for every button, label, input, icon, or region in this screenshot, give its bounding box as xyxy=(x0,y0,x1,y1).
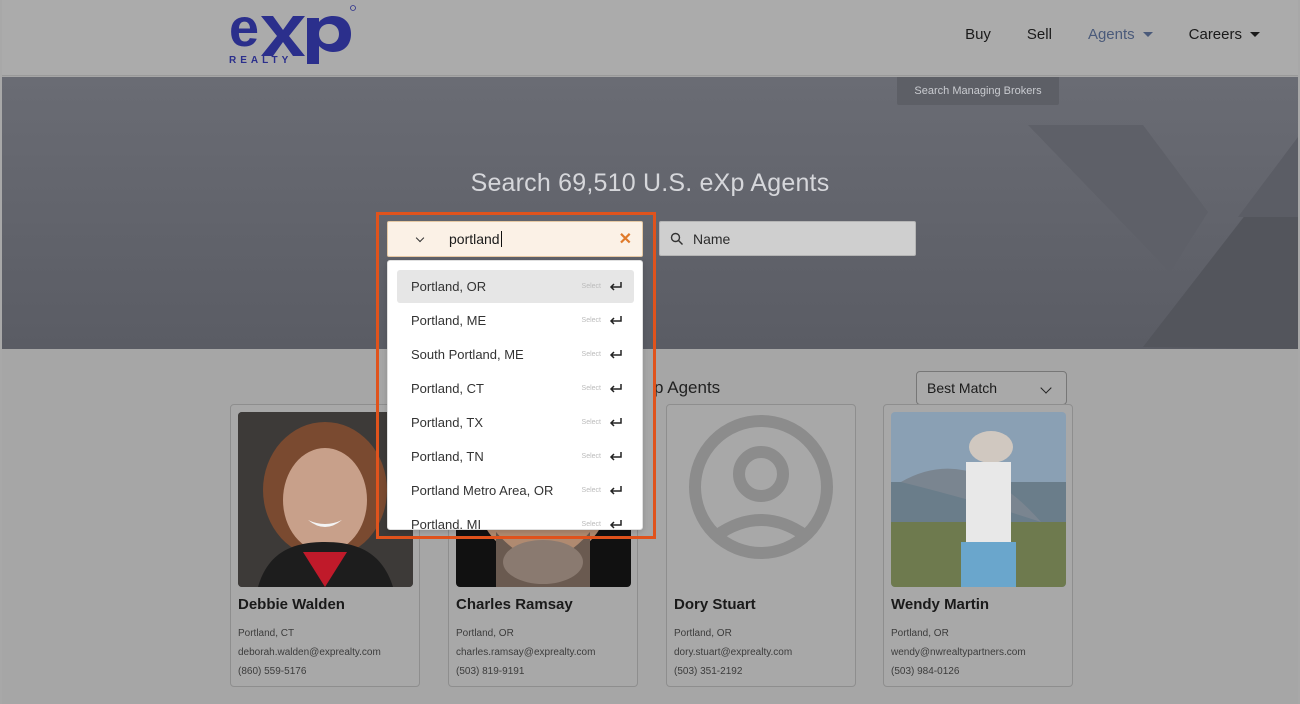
svg-text:REALTY: REALTY xyxy=(229,55,292,66)
enter-key-icon xyxy=(609,282,622,291)
results-title: p Agents xyxy=(654,378,721,397)
select-hint: Select xyxy=(581,521,601,528)
enter-key-icon xyxy=(609,384,622,393)
agent-card[interactable]: Wendy Martin Portland, OR wendy@nwrealty… xyxy=(883,404,1073,687)
agent-location: Portland, CT xyxy=(238,628,295,639)
agent-name[interactable]: Wendy Martin xyxy=(891,596,989,613)
agent-email[interactable]: dory.stuart@exprealty.com xyxy=(674,643,792,662)
agent-name[interactable]: Debbie Walden xyxy=(238,596,345,613)
nav-sell[interactable]: Sell xyxy=(1027,26,1052,43)
agent-details: Portland, OR wendy@nwrealtypartners.com … xyxy=(891,624,1026,681)
agent-details: Portland, OR charles.ramsay@exprealty.co… xyxy=(456,624,595,681)
suggestion-item[interactable]: Portland, MI Select xyxy=(397,508,634,530)
enter-key-icon xyxy=(609,418,622,427)
nav-label: Agents xyxy=(1087,25,1135,43)
select-hint: Select xyxy=(581,351,601,358)
suggestion-item[interactable]: Portland, CT Select xyxy=(397,372,634,405)
nav-label: Buy xyxy=(965,25,991,43)
exp-realty-logo[interactable]: e REALTY xyxy=(227,2,357,66)
agent-location: Portland, OR xyxy=(456,628,514,639)
suggestion-label: Portland, ME xyxy=(411,313,487,328)
location-text: portland xyxy=(449,231,500,247)
suggestion-label: Portland Metro Area, OR xyxy=(411,483,554,498)
nav-careers[interactable]: Careers xyxy=(1189,26,1260,43)
suggestion-label: Portland, OR xyxy=(411,279,487,294)
name-search-input[interactable]: Name xyxy=(659,221,916,256)
nav-label: Careers xyxy=(1188,25,1242,43)
agent-name[interactable]: Charles Ramsay xyxy=(456,596,573,613)
location-suggestions-dropdown: Portland, OR Select Portland, ME Select … xyxy=(387,260,643,530)
suggestion-item[interactable]: Portland, ME Select xyxy=(397,304,634,337)
default-avatar-icon xyxy=(674,412,849,587)
decorative-x-shape xyxy=(1028,125,1298,349)
agent-card[interactable]: Dory Stuart Portland, OR dory.stuart@exp… xyxy=(666,404,856,687)
enter-key-icon xyxy=(609,486,622,495)
enter-key-icon xyxy=(609,452,622,461)
agent-phone[interactable]: (503) 984-0126 xyxy=(891,662,1026,681)
agent-phone[interactable]: (503) 819-9191 xyxy=(456,662,595,681)
select-hint: Select xyxy=(581,487,601,494)
agent-phone[interactable]: (503) 351-2192 xyxy=(674,662,792,681)
location-search-value: portland xyxy=(449,231,502,247)
agent-details: Portland, OR dory.stuart@exprealty.com (… xyxy=(674,624,792,681)
agent-email[interactable]: charles.ramsay@exprealty.com xyxy=(456,643,595,662)
page-title: Search 69,510 U.S. eXp Agents xyxy=(470,169,830,197)
nav-buy[interactable]: Buy xyxy=(965,26,991,43)
select-hint: Select xyxy=(581,283,601,290)
suggestion-item[interactable]: Portland, TN Select xyxy=(397,440,634,473)
suggestion-item[interactable]: Portland, OR Select xyxy=(397,270,634,303)
sort-select[interactable]: Best Match xyxy=(916,371,1067,405)
select-hint: Select xyxy=(581,453,601,460)
site-header: e REALTY Buy Sell Agents Careers xyxy=(2,0,1298,76)
close-icon[interactable]: ✕ xyxy=(619,229,632,249)
caret-down-icon xyxy=(1142,31,1153,37)
name-placeholder: Name xyxy=(693,230,731,247)
suggestion-item[interactable]: Portland Metro Area, OR Select xyxy=(397,474,634,507)
enter-key-icon xyxy=(609,350,622,359)
agent-email[interactable]: deborah.walden@exprealty.com xyxy=(238,643,381,662)
select-hint: Select xyxy=(581,317,601,324)
svg-text:e: e xyxy=(229,2,258,58)
agent-location: Portland, OR xyxy=(891,628,949,639)
location-search-input[interactable]: portland ✕ xyxy=(387,221,643,257)
suggestion-label: Portland, MI xyxy=(411,517,482,530)
agent-email[interactable]: wendy@nwrealtypartners.com xyxy=(891,643,1026,662)
chevron-down-icon[interactable] xyxy=(415,233,425,243)
nav-label: Sell xyxy=(1026,25,1052,43)
enter-key-icon xyxy=(609,520,622,529)
suggestion-label: South Portland, ME xyxy=(411,347,524,362)
text-cursor xyxy=(500,231,502,247)
agent-location: Portland, OR xyxy=(674,628,732,639)
enter-key-icon xyxy=(609,316,622,325)
page: e REALTY Buy Sell Agents Careers Search … xyxy=(2,0,1298,704)
suggestion-label: Portland, TN xyxy=(411,449,484,464)
agent-photo xyxy=(891,412,1066,587)
suggestion-item[interactable]: South Portland, ME Select xyxy=(397,338,634,371)
main-nav: Buy Sell Agents Careers xyxy=(965,22,1298,46)
agent-details: Portland, CT deborah.walden@exprealty.co… xyxy=(238,624,381,681)
agent-name[interactable]: Dory Stuart xyxy=(674,596,756,613)
suggestion-label: Portland, TX xyxy=(411,415,484,430)
nav-agents[interactable]: Agents xyxy=(1088,26,1153,43)
suggestion-item[interactable]: Portland, TX Select xyxy=(397,406,634,439)
search-managing-brokers-button[interactable]: Search Managing Brokers xyxy=(897,77,1059,105)
caret-down-icon xyxy=(1250,31,1260,37)
select-hint: Select xyxy=(581,385,601,392)
select-hint: Select xyxy=(581,419,601,426)
search-icon xyxy=(670,232,683,245)
sort-value: Best Match xyxy=(927,380,998,396)
chevron-down-icon xyxy=(1040,382,1052,394)
agent-phone[interactable]: (860) 559-5176 xyxy=(238,662,381,681)
suggestion-label: Portland, CT xyxy=(411,381,484,396)
